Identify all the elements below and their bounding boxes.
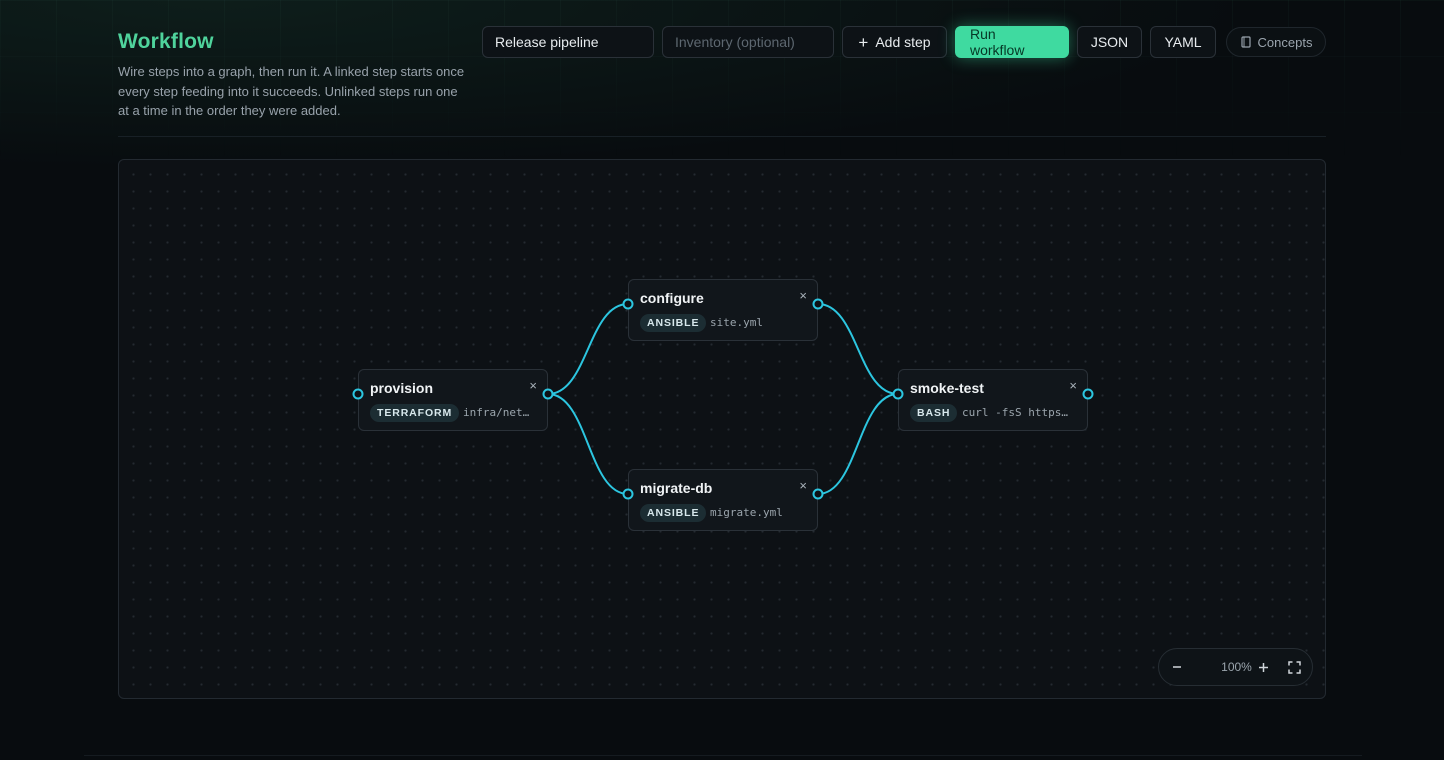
step-detail: infra/net… xyxy=(463,406,530,419)
step-type-badge: BASH xyxy=(910,404,958,422)
workflow-canvas[interactable]: provision × TERRAFORM infra/net… configu… xyxy=(118,159,1326,699)
step-type-badge: ANSIBLE xyxy=(640,504,707,522)
edge-provision-to-configure[interactable] xyxy=(547,303,629,395)
add-step-button[interactable]: + Add step xyxy=(842,26,947,58)
yaml-button[interactable]: YAML xyxy=(1150,26,1216,58)
edge-layer xyxy=(547,303,899,495)
step-title: smoke-test xyxy=(910,380,984,396)
yaml-label: YAML xyxy=(1164,34,1202,50)
footer-divider xyxy=(84,755,1362,756)
step-detail: curl -fsS https… xyxy=(962,406,1068,419)
workflow-name-value: Release pipeline xyxy=(495,34,599,50)
step-detail: site.yml xyxy=(710,316,763,329)
concepts-label: Concepts xyxy=(1257,34,1313,50)
step-node-configure[interactable]: configure × ANSIBLE site.yml xyxy=(628,279,818,341)
run-workflow-button[interactable]: Run workflow xyxy=(955,26,1069,58)
plus-icon xyxy=(1258,662,1268,672)
json-button[interactable]: JSON xyxy=(1077,26,1142,58)
inventory-placeholder: Inventory (optional) xyxy=(675,34,795,50)
step-type-badge: TERRAFORM xyxy=(370,404,460,422)
page-title: Workflow xyxy=(118,30,214,53)
page-description: Wire steps into a graph, then run it. A … xyxy=(118,64,465,118)
add-step-label: Add step xyxy=(875,34,931,50)
fullscreen-icon xyxy=(1287,660,1301,674)
remove-step-button[interactable]: × xyxy=(1069,378,1077,393)
remove-step-button[interactable]: × xyxy=(799,288,807,303)
step-detail: migrate.yml xyxy=(710,506,783,519)
step-type-badge: ANSIBLE xyxy=(640,314,707,332)
step-node-smoke-test[interactable]: smoke-test × BASH curl -fsS https… xyxy=(898,369,1088,431)
remove-step-button[interactable]: × xyxy=(529,378,537,393)
inventory-input[interactable]: Inventory (optional) xyxy=(662,26,834,58)
concepts-button[interactable]: Concepts xyxy=(1226,27,1326,57)
step-title: provision xyxy=(370,380,434,396)
step-title: migrate-db xyxy=(640,480,713,496)
step-node-migrate-db[interactable]: migrate-db × ANSIBLE migrate.yml xyxy=(628,469,818,531)
plus-icon: + xyxy=(858,32,869,52)
workflow-name-input[interactable]: Release pipeline xyxy=(482,26,654,58)
remove-step-button[interactable]: × xyxy=(799,478,807,493)
json-label: JSON xyxy=(1090,34,1129,50)
edge-provision-to-migrate-db[interactable] xyxy=(547,393,629,495)
fit-view-button[interactable] xyxy=(1281,649,1307,685)
edge-migrate-db-to-smoke-test[interactable] xyxy=(817,393,899,495)
step-node-provision[interactable]: provision × TERRAFORM infra/net… xyxy=(358,369,548,431)
header-divider xyxy=(118,136,1326,137)
run-workflow-label: Run workflow xyxy=(970,26,1025,58)
book-icon xyxy=(1240,36,1252,48)
step-title: configure xyxy=(640,290,704,306)
zoom-controls: 100% xyxy=(1158,648,1313,686)
zoom-in-button[interactable] xyxy=(1250,649,1276,685)
edge-configure-to-smoke-test[interactable] xyxy=(817,303,899,395)
